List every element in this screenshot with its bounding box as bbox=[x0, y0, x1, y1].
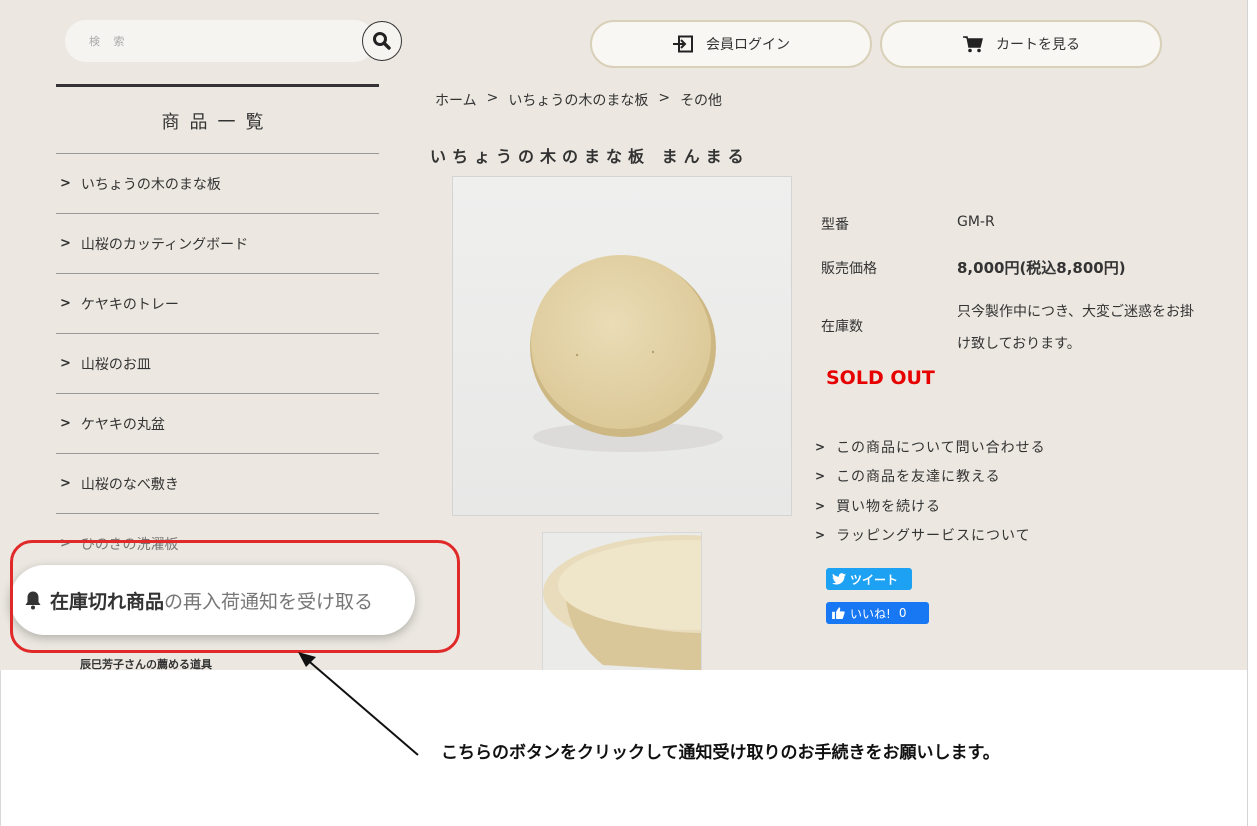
price-label: 販売価格 bbox=[821, 261, 877, 277]
chevron-right-icon: > bbox=[815, 528, 827, 543]
thumbs-up-icon bbox=[832, 607, 845, 619]
annotation-instruction: こちらのボタンをクリックして通知受け取りのお手続きをお願いします。 bbox=[441, 743, 1000, 763]
link-label: ラッピングサービスについて bbox=[836, 528, 1031, 545]
link-label: 買い物を続ける bbox=[836, 498, 942, 515]
link-inquiry[interactable]: > この商品について問い合わせる bbox=[815, 432, 1046, 462]
like-count: 0 bbox=[898, 606, 907, 620]
breadcrumb-category[interactable]: いちょうの木のまな板 bbox=[508, 90, 648, 110]
breadcrumb-current[interactable]: その他 bbox=[680, 90, 722, 110]
highlight-frame bbox=[10, 540, 460, 653]
cutting-board-image bbox=[530, 255, 723, 452]
chevron-right-icon: > bbox=[60, 236, 71, 251]
chevron-right-icon: > bbox=[60, 176, 71, 191]
login-icon bbox=[673, 35, 693, 53]
search-icon bbox=[373, 32, 391, 50]
breadcrumb: ホーム > いちょうの木のまな板 > その他 bbox=[435, 90, 722, 110]
cart-icon bbox=[963, 36, 983, 53]
tweet-label: ツイート bbox=[850, 572, 899, 587]
chevron-right-icon: > bbox=[815, 469, 827, 484]
sidebar-item-label: 山桜のカッティングボード bbox=[80, 236, 249, 253]
like-button[interactable]: いいね! 0 bbox=[826, 602, 929, 624]
breadcrumb-separator: > bbox=[486, 90, 499, 106]
twitter-bird-icon bbox=[832, 573, 846, 585]
search-box bbox=[65, 20, 375, 62]
sidebar-item-cherry-trivet[interactable]: > 山桜のなべ敷き bbox=[56, 453, 379, 513]
sidebar-item-cutting-board-ginkgo[interactable]: > いちょうの木のまな板 bbox=[56, 153, 379, 213]
sidebar-item-zelkova-tray[interactable]: > ケヤキのトレー bbox=[56, 273, 379, 333]
sidebar-item-label: 山桜のなべ敷き bbox=[80, 476, 179, 493]
link-label: この商品について問い合わせる bbox=[836, 439, 1046, 456]
login-label: 会員ログイン bbox=[706, 37, 790, 53]
link-tell-friend[interactable]: > この商品を友達に教える bbox=[815, 462, 1046, 492]
search-input[interactable] bbox=[65, 20, 375, 62]
annotation-arrow-icon bbox=[298, 652, 419, 756]
sidebar-item-label: ケヤキのトレー bbox=[80, 296, 179, 313]
price-value: 8,000円(税込8,800円) bbox=[957, 259, 1126, 277]
breadcrumb-separator: > bbox=[658, 90, 671, 106]
stock-label: 在庫数 bbox=[821, 319, 863, 335]
tweet-button[interactable]: ツイート bbox=[826, 568, 912, 590]
sidebar-recommend-link[interactable]: 辰巳芳子さんの薦める道具 bbox=[80, 656, 212, 670]
cart-button[interactable]: カートを見る bbox=[880, 20, 1162, 68]
model-label: 型番 bbox=[821, 217, 849, 233]
search-button[interactable] bbox=[362, 21, 402, 61]
product-thumbnail[interactable] bbox=[542, 532, 702, 670]
model-value: GM-R bbox=[957, 214, 995, 230]
cutting-board-thumbnail bbox=[543, 535, 701, 670]
sidebar-item-zelkova-round-tray[interactable]: > ケヤキの丸盆 bbox=[56, 393, 379, 453]
chevron-right-icon: > bbox=[60, 296, 71, 311]
product-links: > この商品について問い合わせる > この商品を友達に教える > 買い物を続ける > ラ… bbox=[815, 432, 1046, 550]
chevron-right-icon: > bbox=[815, 439, 827, 454]
product-title: いちょうの木のまな板 まんまる bbox=[430, 147, 750, 166]
sidebar-item-label: いちょうの木のまな板 bbox=[80, 176, 221, 193]
chevron-right-icon: > bbox=[815, 498, 827, 513]
sidebar-item-label: 山桜のお皿 bbox=[80, 356, 151, 373]
sidebar-list: > いちょうの木のまな板 > 山桜のカッティングボード > ケヤキのトレー > 山桜のお… bbox=[56, 153, 379, 573]
sidebar-title: 商品一覧 bbox=[161, 112, 274, 133]
sidebar-item-cutting-board-cherry[interactable]: > 山桜のカッティングボード bbox=[56, 213, 379, 273]
link-wrapping-service[interactable]: > ラッピングサービスについて bbox=[815, 521, 1046, 551]
login-button[interactable]: 会員ログイン bbox=[590, 20, 872, 68]
link-continue-shopping[interactable]: > 買い物を続ける bbox=[815, 491, 1046, 521]
link-label: この商品を友達に教える bbox=[836, 469, 1001, 486]
chevron-right-icon: > bbox=[60, 476, 71, 491]
breadcrumb-home[interactable]: ホーム bbox=[435, 90, 477, 110]
sidebar-item-cherry-plate[interactable]: > 山桜のお皿 bbox=[56, 333, 379, 393]
sidebar-item-label: ケヤキの丸盆 bbox=[80, 416, 165, 433]
product-main-image[interactable] bbox=[452, 176, 792, 516]
like-label: いいね! bbox=[850, 606, 891, 621]
stock-value: 只今製作中につき、大変ご迷惑をお掛け致しております。 bbox=[957, 304, 1195, 352]
page-border bbox=[1247, 0, 1248, 826]
chevron-right-icon: > bbox=[60, 416, 71, 431]
sidebar-divider bbox=[56, 84, 379, 87]
chevron-right-icon: > bbox=[60, 356, 71, 371]
sold-out-badge: SOLD OUT bbox=[826, 367, 935, 389]
cart-label: カートを見る bbox=[996, 37, 1080, 53]
